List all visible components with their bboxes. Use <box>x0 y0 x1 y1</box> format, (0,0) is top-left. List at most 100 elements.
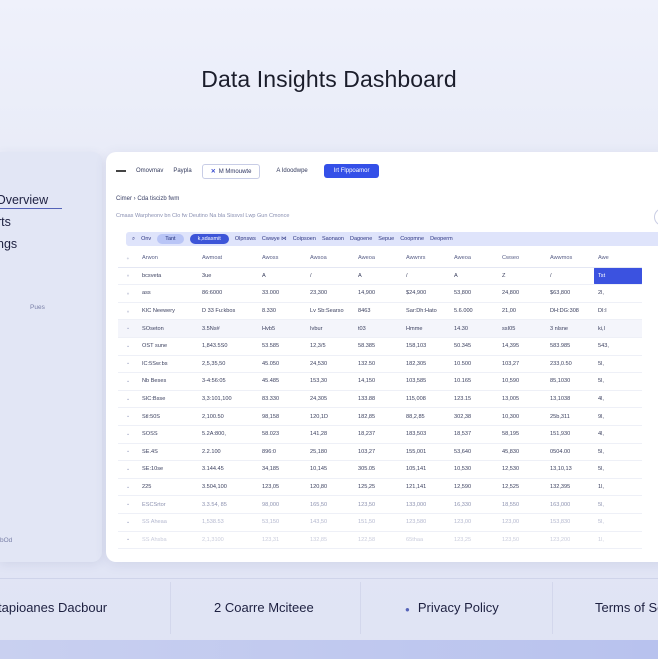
table-cell: bcsveta <box>138 267 198 286</box>
nav-item-people[interactable]: Paypla <box>173 168 191 174</box>
sidebar-item-reports[interactable]: rts <box>0 215 11 229</box>
table-cell: 3.5Ns# <box>198 319 258 338</box>
table-row[interactable]: » KIC Neewery D 33 Fu:kbos 8.330 Lv Sb:Sears… <box>118 302 642 321</box>
column-header[interactable]: Awmoat <box>198 250 258 268</box>
table-row[interactable]: • Nb Beses 3-4:56:05 45.485 153,30 14,150 103,… <box>118 372 642 391</box>
table-row[interactable]: • SIC:Bsse 3,3:101,100 83.330 24,305 133.88 11… <box>118 390 642 409</box>
table-cell: 12,525 <box>498 478 546 497</box>
row-marker: • <box>118 319 138 338</box>
column-header[interactable]: Awe <box>594 250 642 268</box>
table-cell: 1,538.53 <box>198 513 258 532</box>
table-cell: 5l, <box>594 495 642 514</box>
table-row[interactable]: • SE:10se 3.144.45 34,185 10,145 305.05 105,14… <box>118 460 642 479</box>
top-nav: Omovmav Paypla ✕ M Mmouwte A Idoodwpe Irt… <box>116 162 380 180</box>
column-header[interactable]: Awoss <box>258 250 306 268</box>
table-cell: 5l, <box>594 372 642 391</box>
row-marker: » <box>118 284 138 303</box>
table-cell: 58.023 <box>258 425 306 444</box>
table-cell: 18,537 <box>450 425 498 444</box>
table-row[interactable]: • SS Ahsba 2,1,3100 123,31 132,85 122,58 65tha… <box>118 531 642 550</box>
table-cell: 53,640 <box>450 443 498 462</box>
column-header[interactable]: Aweoa <box>450 250 498 268</box>
table-row[interactable]: » bcsveta 3ue A / A / A Z / Tst <box>118 267 642 286</box>
table-row[interactable]: • OST sune 1,843.5S0 53.585 12,3/5 58.385 158,… <box>118 337 642 356</box>
column-header[interactable]: Arwon <box>138 250 198 268</box>
table-row[interactable]: • SOseton 3.5Ns# Hvb5 Ivbur t03 Hmme 14.30 ssI05… <box>118 319 642 338</box>
toolbar-search-icon[interactable]: ⌕ <box>132 236 135 243</box>
table-cell: $63,800 <box>546 284 594 303</box>
table-cell: 53.585 <box>258 337 306 356</box>
table-row[interactable]: • ESCSrtor 3.3.54, 85 98,000 165,50 123,50 133… <box>118 495 642 514</box>
toolbar-item-3[interactable]: Olpnsws <box>235 236 256 242</box>
toolbar-item-7[interactable]: Dagoene <box>350 236 372 242</box>
toolbar-item-2[interactable]: k,sdasmit <box>189 234 229 244</box>
table-cell: 21,00 <box>498 302 546 321</box>
circle-button[interactable] <box>654 208 658 226</box>
column-header[interactable]: Awwnrs <box>402 250 450 268</box>
table-row[interactable]: » ass 86:6000 33.000 23,300 14,900 $24,900 53,8… <box>118 284 642 303</box>
table-cell: 155,001 <box>402 443 450 462</box>
table-cell: 53,800 <box>450 284 498 303</box>
table-cell: 18,237 <box>354 425 402 444</box>
table-cell: 302,38 <box>450 407 498 426</box>
nav-chip-label: M Mmouwte <box>218 168 252 175</box>
breadcrumb[interactable]: Cimer › Cda tiscizb fwm <box>116 196 179 202</box>
column-header[interactable]: Awwmos <box>546 250 594 268</box>
table-cell: 45.050 <box>258 355 306 374</box>
table-cell: $24,900 <box>402 284 450 303</box>
table-cell: 14,395 <box>498 337 546 356</box>
toolbar-item-9[interactable]: Coopmne <box>400 236 424 242</box>
footer-link-privacy[interactable]: ● Privacy Policy <box>405 600 499 615</box>
table-cell: SS Aheaa <box>138 513 198 532</box>
table-cell: 5.2A:800, <box>198 425 258 444</box>
nav-item-overview[interactable]: Omovmav <box>136 168 163 174</box>
table-cell: 16,330 <box>450 495 498 514</box>
table-cell: 151,930 <box>546 425 594 444</box>
toolbar-item-6[interactable]: Saonaon <box>322 236 344 242</box>
sub-description: Cmaas Warpheonv bn Clo fw Deutino Na bla… <box>116 213 290 219</box>
footer-brand[interactable]: tapioanes Dacbour <box>0 600 107 615</box>
column-header[interactable]: Cwseo <box>498 250 546 268</box>
sidebar-item-settings[interactable]: ngs <box>0 237 17 251</box>
row-index-header: + <box>118 250 138 268</box>
column-header[interactable]: Awsoa <box>306 250 354 268</box>
toolbar-item-1[interactable]: Tant <box>157 234 184 244</box>
table-cell: 33.000 <box>258 284 306 303</box>
toolbar-item-4[interactable]: Cwwye ⋈ <box>262 236 287 242</box>
table-cell: 12,590 <box>450 478 498 497</box>
nav-item-update[interactable]: A Idoodwpe <box>270 165 313 177</box>
table-cell: 123,50 <box>498 531 546 550</box>
table-row[interactable]: • SS Aheaa 1,538.53 53,150 143,50 151,50 123,5… <box>118 513 642 532</box>
table-cell: 10,145 <box>306 460 354 479</box>
table-row[interactable]: • SE.4S 2.2.100 896:0 25,180 103,27 155,001 53,… <box>118 443 642 462</box>
table-cell: 153,830 <box>546 513 594 532</box>
table-cell: Sar:Dh:Hato <box>402 302 450 321</box>
table-cell: 225 <box>138 478 198 497</box>
toolbar-item-5[interactable]: Coipsoen <box>293 236 316 242</box>
sidebar-item-overview[interactable]: Overview <box>0 193 62 209</box>
nav-primary-button[interactable]: Irt Flppoamor <box>323 164 380 178</box>
row-marker: • <box>118 372 138 391</box>
page-title: Data Insights Dashboard <box>201 66 457 92</box>
table-cell: 120,1D <box>306 407 354 426</box>
table-row[interactable]: • IC:5Sw:bs 2,5,35,50 45.050 24,530 132.50 182… <box>118 355 642 374</box>
table-row[interactable]: • 225 3.504,100 123,05 120,80 125,25 121,141 12… <box>118 478 642 497</box>
footer-link-terms[interactable]: Terms of Se <box>595 600 658 615</box>
toolbar-item-10[interactable]: Deoperm <box>430 236 453 242</box>
footer-separator <box>360 582 361 634</box>
column-header[interactable]: Aweoa <box>354 250 402 268</box>
table-row[interactable]: • SOSS 5.2A:800, 58.023 141,28 18,237 183,503 1… <box>118 425 642 444</box>
toolbar-item-0[interactable]: Onv <box>141 236 151 242</box>
table-cell: 103,27 <box>498 355 546 374</box>
table-cell: 10,300 <box>498 407 546 426</box>
close-icon[interactable]: ✕ <box>211 169 216 175</box>
table-row[interactable]: • Stl:50S 2,100.50 98,158 120,1D 182,85 88,2,8… <box>118 407 642 426</box>
menu-icon[interactable] <box>116 170 126 172</box>
table-cell: 10.500 <box>450 355 498 374</box>
nav-chip-filter[interactable]: ✕ M Mmouwte <box>201 163 261 179</box>
footer-link-committee[interactable]: 2 Coarre Mciteee <box>214 600 314 615</box>
toolbar-item-8[interactable]: Sepue <box>378 236 394 242</box>
table-header-row: + Arwon Awmoat Awoss Awsoa Aweoa Awwnrs … <box>118 250 642 268</box>
table-cell: 65thaa <box>402 531 450 550</box>
table-cell: 10.165 <box>450 372 498 391</box>
